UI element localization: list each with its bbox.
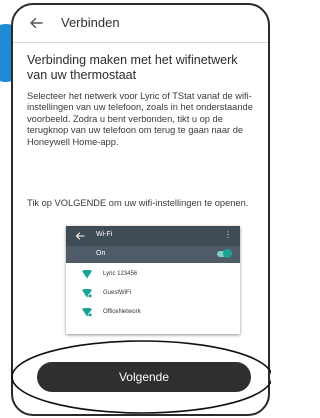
wifi-settings-toolbar: Wi-Fi ⋮ — [66, 226, 240, 246]
wifi-lock-icon — [82, 289, 92, 298]
wifi-toggle-label: On — [96, 250, 106, 257]
wifi-network-name: GuestWiFi — [103, 290, 132, 296]
wifi-lock-icon — [82, 308, 92, 317]
app-header: Verbinden — [13, 5, 268, 43]
page-title: Verbinden — [61, 15, 120, 30]
more-vert-icon: ⋮ — [224, 230, 232, 239]
wifi-settings-title: Wi-Fi — [96, 231, 113, 238]
wifi-icon — [82, 270, 92, 279]
arrow-left-icon[interactable] — [27, 14, 45, 32]
wifi-network-item: Lyric 123456 — [66, 267, 240, 283]
wifi-toggle-switch — [217, 249, 232, 258]
section-heading: Verbinding maken met het wifinetwerk van… — [27, 53, 238, 82]
wifi-toggle-row: On — [66, 246, 240, 263]
wifi-settings-example: Wi-Fi ⋮ On Lyric 123456 GuestWiFi Office… — [66, 226, 240, 334]
phone-screen: Verbinden Verbinding maken met het wifin… — [11, 3, 270, 416]
wifi-network-name: OfficeNetwork — [103, 309, 141, 315]
next-instruction-text: Tik op VOLGENDE om uw wifi-instellingen … — [27, 198, 249, 208]
next-button[interactable]: Volgende — [37, 362, 251, 392]
wifi-network-name: Lyric 123456 — [103, 271, 138, 277]
arrow-left-icon — [76, 232, 85, 240]
toggle-knob — [223, 249, 232, 258]
wifi-network-item: OfficeNetwork — [66, 305, 240, 321]
wifi-network-item: GuestWiFi — [66, 286, 240, 302]
instructions-text: Selecteer het netwerk voor Lyric of TSta… — [27, 91, 253, 147]
